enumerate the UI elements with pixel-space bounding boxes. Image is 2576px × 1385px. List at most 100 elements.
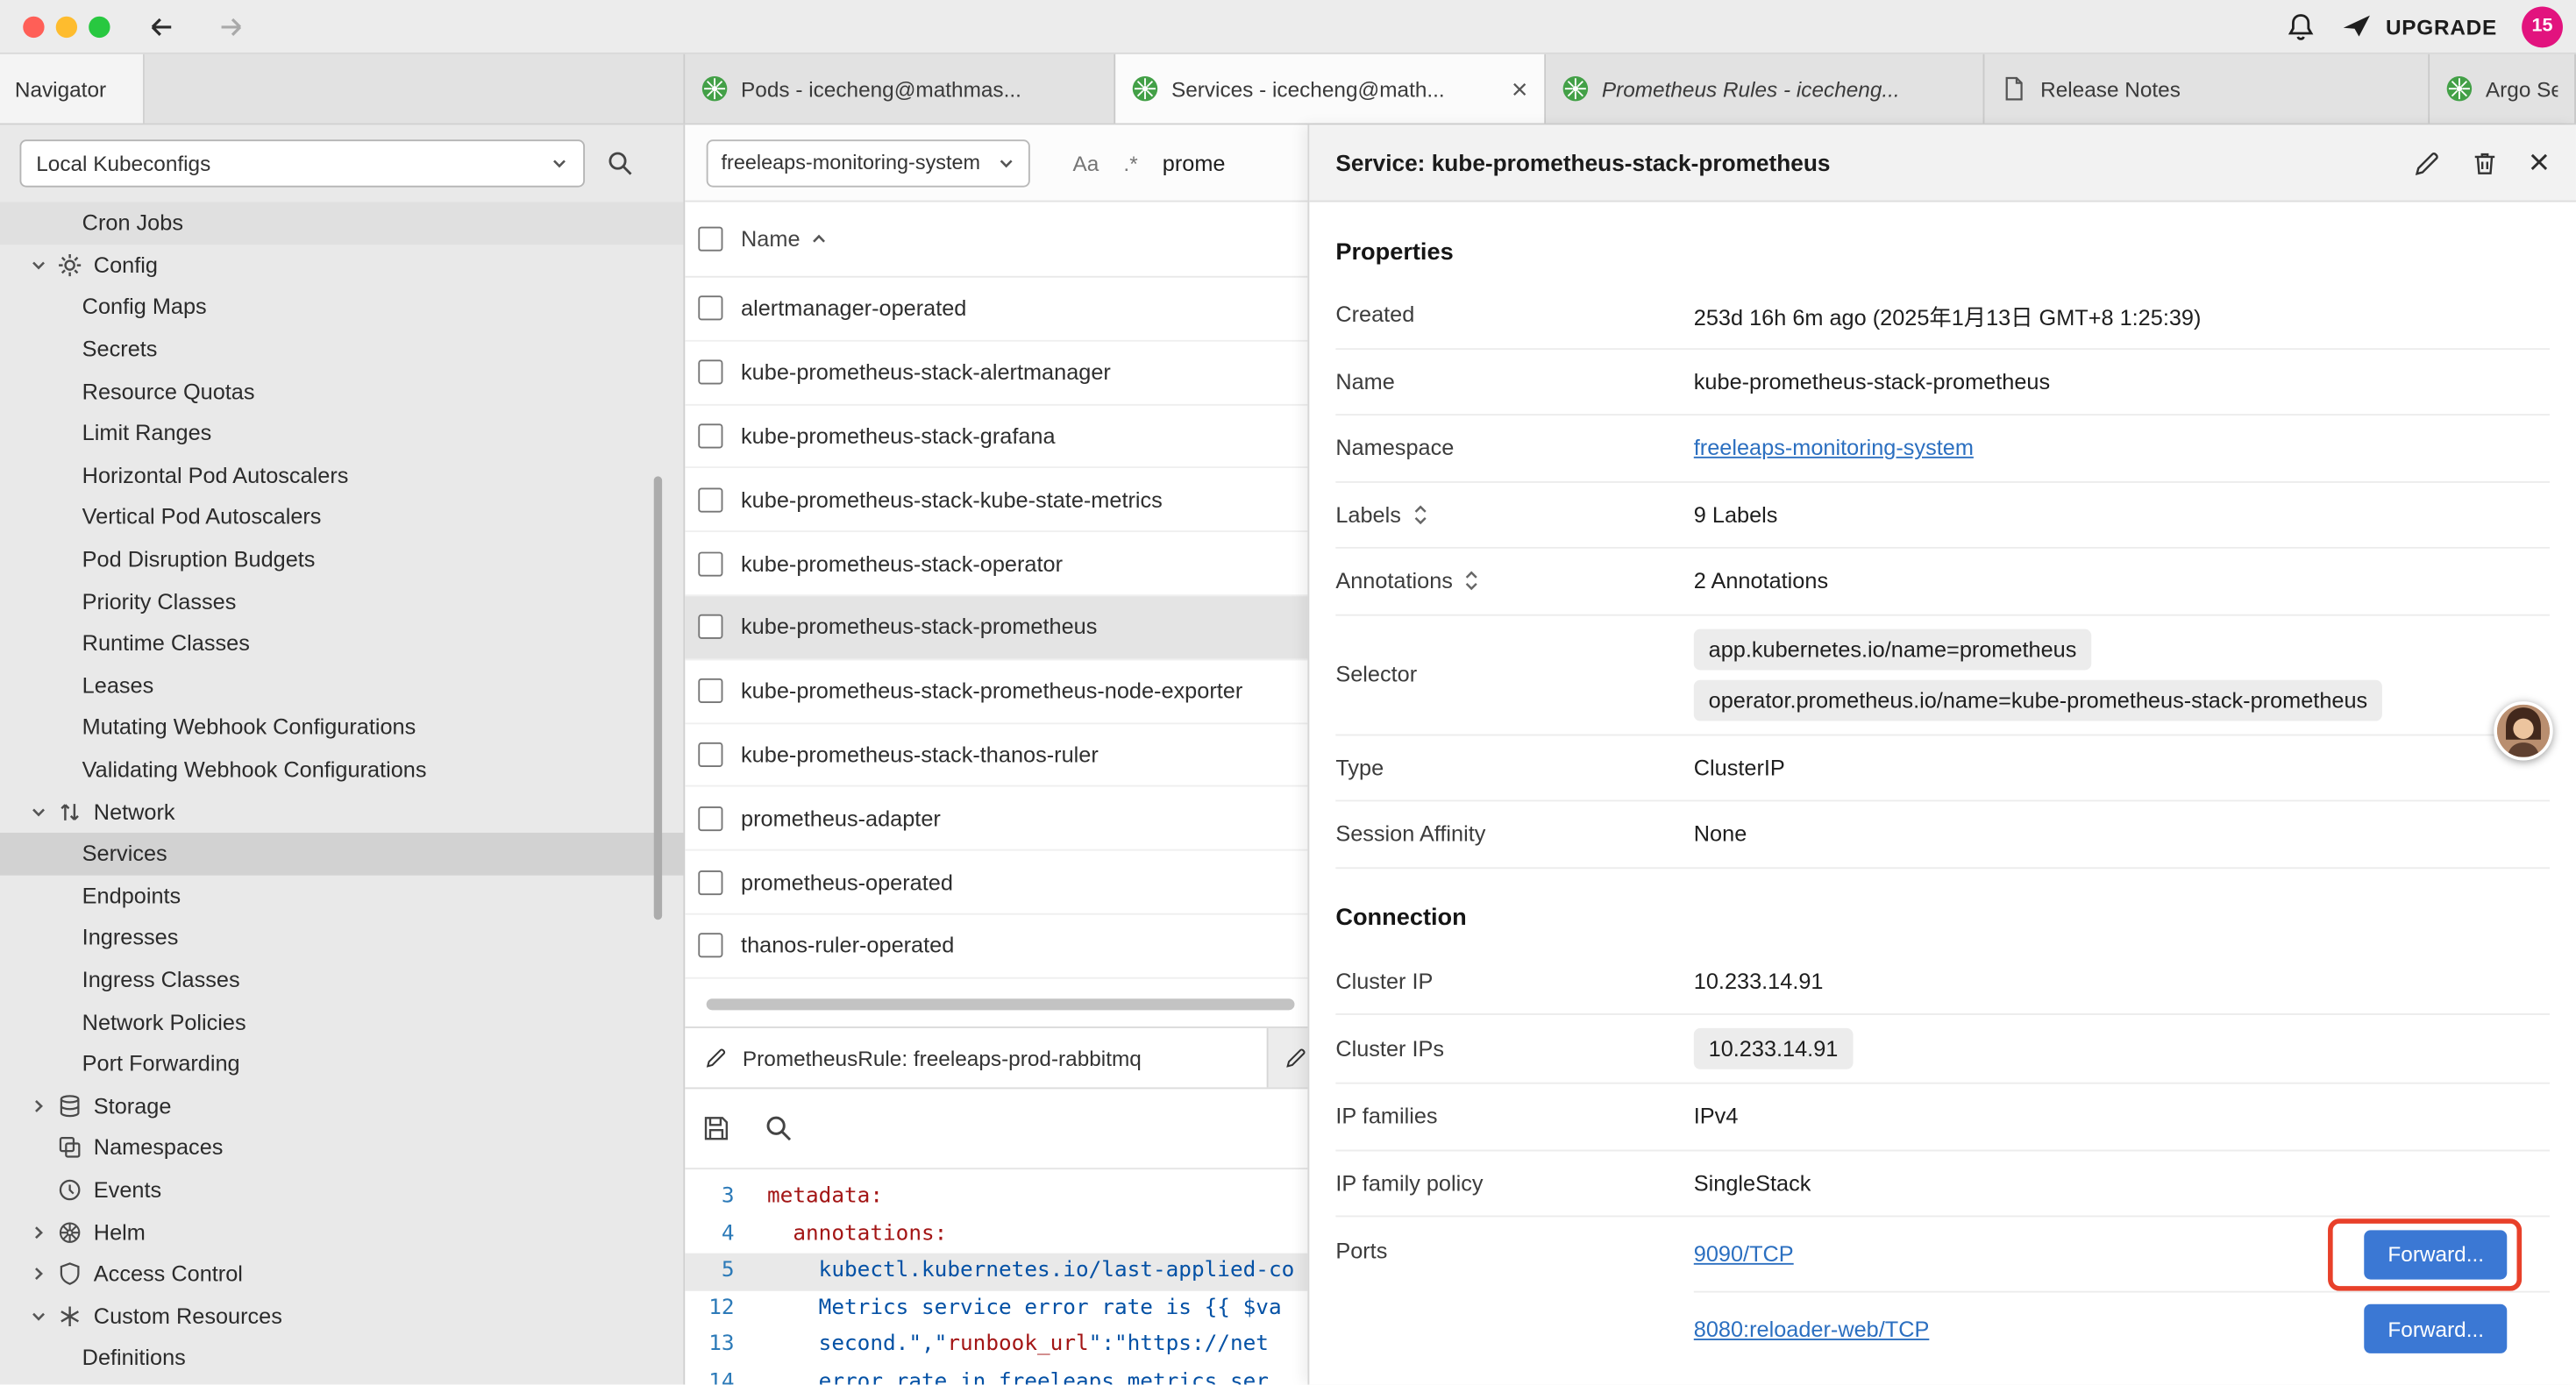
sidebar-item-config-maps[interactable]: Config Maps	[0, 286, 683, 328]
window-zoom-button[interactable]	[89, 16, 110, 37]
yaml-editor[interactable]: 3metadata:4 annotations:5 kubectl.kubern…	[685, 1169, 1307, 1384]
row-checkbox[interactable]	[698, 742, 722, 767]
chevron-down-icon[interactable]	[30, 802, 58, 821]
sidebar-item-services[interactable]: Services	[0, 833, 683, 875]
table-row-thanos-ruler-operated[interactable]: thanos-ruler-operated	[685, 915, 1307, 979]
back-button[interactable]	[146, 10, 179, 42]
sidebar-item-vertical-pod-autoscalers[interactable]: Vertical Pod Autoscalers	[0, 496, 683, 538]
sidebar-item-ingresses[interactable]: Ingresses	[0, 917, 683, 959]
tab-services-icecheng-math[interactable]: Services - icecheng@math...×	[1115, 54, 1546, 124]
edit-button[interactable]	[2414, 149, 2442, 177]
chevron-right-icon[interactable]	[30, 1222, 58, 1241]
sidebar-item-resource-quotas[interactable]: Resource Quotas	[0, 370, 683, 412]
sidebar-item-custom-resources[interactable]: Custom Resources	[0, 1295, 683, 1337]
sidebar-scrollbar[interactable]	[654, 476, 662, 920]
notifications-bell-icon[interactable]	[2286, 11, 2317, 42]
upgrade-button[interactable]: UPGRADE	[2341, 11, 2497, 42]
sidebar-item-runtime-classes[interactable]: Runtime Classes	[0, 622, 683, 664]
case-toggle[interactable]: Aa	[1073, 150, 1099, 174]
floating-avatar[interactable]	[2494, 701, 2552, 760]
sidebar-item-secrets[interactable]: Secrets	[0, 328, 683, 370]
tab-argo-se[interactable]: Argo Se	[2430, 54, 2576, 124]
sidebar-item-network-policies[interactable]: Network Policies	[0, 1001, 683, 1043]
table-row-kube-prometheus-stack-grafana[interactable]: kube-prometheus-stack-grafana	[685, 405, 1307, 469]
sidebar-item-leases[interactable]: Leases	[0, 664, 683, 707]
editor-search-button[interactable]	[764, 1113, 793, 1143]
sidebar-item-endpoints[interactable]: Endpoints	[0, 875, 683, 917]
row-checkbox[interactable]	[698, 487, 722, 512]
save-button[interactable]	[701, 1113, 731, 1143]
sidebar-item-validating-webhook-configurations[interactable]: Validating Webhook Configurations	[0, 749, 683, 791]
row-checkbox[interactable]	[698, 360, 722, 385]
forward-button[interactable]: Forward...	[2365, 1229, 2507, 1278]
table-row-alertmanager-operated[interactable]: alertmanager-operated	[685, 278, 1307, 342]
sidebar-item-storage[interactable]: Storage	[0, 1085, 683, 1127]
notification-count-badge[interactable]: 15	[2522, 6, 2563, 47]
regex-toggle[interactable]: .*	[1123, 150, 1137, 174]
sidebar-item-pod-disruption-budgets[interactable]: Pod Disruption Budgets	[0, 538, 683, 580]
port-link[interactable]: 8080:reloader-web/TCP	[1694, 1317, 1930, 1341]
sidebar-item-limit-ranges[interactable]: Limit Ranges	[0, 412, 683, 454]
list-search: Aa .* prome	[1073, 150, 1226, 174]
tab-prometheus-rules-icecheng[interactable]: Prometheus Rules - icecheng...	[1546, 54, 1984, 124]
row-checkbox[interactable]	[698, 423, 722, 448]
kubeconfig-select[interactable]: Local Kubeconfigs	[19, 139, 585, 187]
port-link[interactable]: 9090/TCP	[1694, 1242, 1794, 1267]
select-all-checkbox[interactable]	[698, 227, 722, 252]
chevron-right-icon[interactable]	[30, 1264, 58, 1283]
row-checkbox[interactable]	[698, 614, 722, 639]
table-row-kube-prometheus-stack-alertmanager[interactable]: kube-prometheus-stack-alertmanager	[685, 341, 1307, 405]
expand-collapse-icon[interactable]	[1464, 569, 1481, 593]
chevron-down-icon[interactable]	[30, 1306, 58, 1325]
sidebar-item-config[interactable]: Config	[0, 244, 683, 286]
value-link[interactable]: freeleaps-monitoring-system	[1694, 436, 1974, 460]
sidebar-item-access-control[interactable]: Access Control	[0, 1253, 683, 1295]
horizontal-scrollbar[interactable]	[707, 998, 1295, 1010]
table-row-prometheus-adapter[interactable]: prometheus-adapter	[685, 787, 1307, 851]
delete-button[interactable]	[2471, 149, 2499, 177]
sidebar-item-namespaces[interactable]: Namespaces	[0, 1126, 683, 1168]
sidebar-item-network[interactable]: Network	[0, 791, 683, 833]
window-minimize-button[interactable]	[56, 16, 77, 37]
sidebar-item-definitions[interactable]: Definitions	[0, 1337, 683, 1379]
tab-pods-icecheng-mathmas[interactable]: Pods - icecheng@mathmas...	[685, 54, 1115, 124]
chevron-right-icon[interactable]	[30, 1096, 58, 1115]
table-row-kube-prometheus-stack-prometheus[interactable]: kube-prometheus-stack-prometheus	[685, 596, 1307, 660]
sidebar-item-horizontal-pod-autoscalers[interactable]: Horizontal Pod Autoscalers	[0, 454, 683, 496]
chevron-down-icon[interactable]	[30, 255, 58, 274]
dock-tab-prometheusrule[interactable]: PrometheusRule: freeleaps-prod-rabbitmq	[685, 1028, 1268, 1087]
table-row-kube-prometheus-stack-thanos-ruler[interactable]: kube-prometheus-stack-thanos-ruler	[685, 724, 1307, 788]
namespace-select[interactable]: freeleaps-monitoring-system	[707, 138, 1030, 186]
sidebar-item-mutating-webhook-configurations[interactable]: Mutating Webhook Configurations	[0, 707, 683, 749]
sidebar-item-priority-classes[interactable]: Priority Classes	[0, 580, 683, 622]
table-row-kube-prometheus-stack-prometheus-node-exporter[interactable]: kube-prometheus-stack-prometheus-node-ex…	[685, 660, 1307, 724]
sidebar-item-cron-jobs[interactable]: Cron Jobs	[0, 202, 683, 244]
expand-collapse-icon[interactable]	[1413, 502, 1429, 527]
search-input[interactable]: prome	[1163, 150, 1226, 174]
table-row-kube-prometheus-stack-operator[interactable]: kube-prometheus-stack-operator	[685, 532, 1307, 596]
row-checkbox[interactable]	[698, 296, 722, 321]
sidebar-item-label: Pod Disruption Budgets	[82, 547, 316, 572]
sidebar-item-helm[interactable]: Helm	[0, 1211, 683, 1253]
row-checkbox[interactable]	[698, 934, 722, 958]
table-row-prometheus-operated[interactable]: prometheus-operated	[685, 851, 1307, 915]
close-drawer-button[interactable]: ×	[2529, 145, 2550, 181]
close-tab-icon[interactable]: ×	[1502, 75, 1528, 103]
row-checkbox[interactable]	[698, 870, 722, 894]
namespace-select-value: freeleaps-monitoring-system	[722, 151, 980, 174]
sidebar-item-port-forwarding[interactable]: Port Forwarding	[0, 1043, 683, 1085]
sidebar-item-ingress-classes[interactable]: Ingress Classes	[0, 959, 683, 1001]
table-row-kube-prometheus-stack-kube-state-metrics[interactable]: kube-prometheus-stack-kube-state-metrics	[685, 469, 1307, 533]
sidebar-search-icon[interactable]	[606, 150, 634, 178]
navigator-panel-tab[interactable]: Navigator	[0, 54, 145, 124]
name-column-header[interactable]: Name	[741, 227, 800, 252]
tab-release-notes[interactable]: Release Notes	[1984, 54, 2430, 124]
window-close-button[interactable]	[23, 16, 44, 37]
forward-button[interactable]: Forward...	[2365, 1304, 2507, 1353]
dock-tab-partial[interactable]	[1268, 1028, 1307, 1087]
row-checkbox[interactable]	[698, 678, 722, 703]
row-checkbox[interactable]	[698, 806, 722, 831]
row-checkbox[interactable]	[698, 551, 722, 576]
forward-button[interactable]	[215, 10, 247, 42]
sidebar-item-events[interactable]: Events	[0, 1168, 683, 1211]
